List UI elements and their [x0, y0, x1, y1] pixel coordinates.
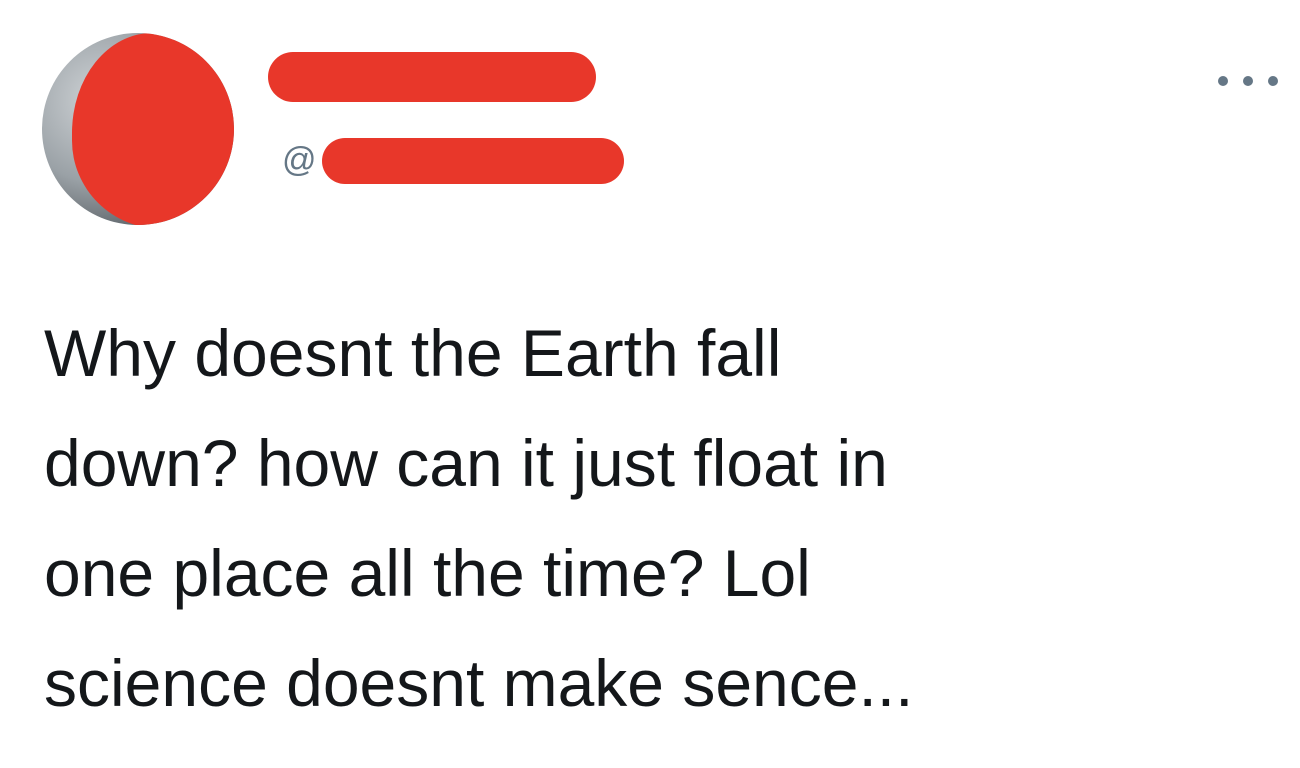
tweet-text-line: one place all the time? Lol [44, 536, 811, 610]
display-name-redacted[interactable] [268, 52, 596, 102]
avatar[interactable] [42, 33, 234, 225]
avatar-redaction [72, 33, 234, 225]
handle-row: @ [282, 138, 326, 182]
tweet-card: @ Why doesnt the Earth fall down? how ca… [0, 0, 1300, 768]
tweet-text-line: down? how can it just float in [44, 426, 888, 500]
tweet-text-line: science doesnt make sence... [44, 646, 914, 720]
more-dot [1218, 76, 1228, 86]
handle-redacted[interactable] [322, 138, 624, 184]
more-horizontal-icon[interactable] [1218, 66, 1278, 96]
more-dot [1243, 76, 1253, 86]
handle-at-sign: @ [282, 141, 317, 179]
more-dot [1268, 76, 1278, 86]
tweet-text-line: Why doesnt the Earth fall [44, 316, 782, 390]
tweet-text: Why doesnt the Earth fall down? how can … [44, 298, 1274, 738]
